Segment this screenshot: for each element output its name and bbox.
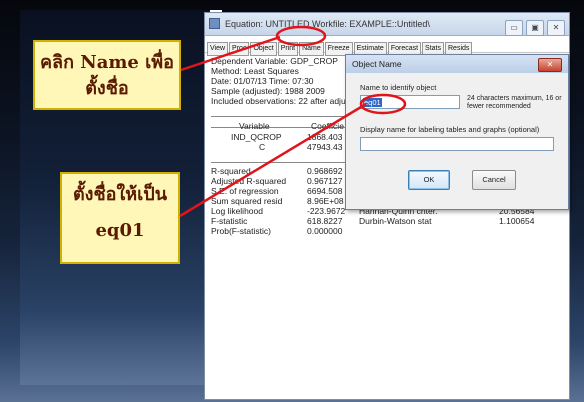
stat-label-2: Durbin-Watson stat xyxy=(359,216,432,226)
name-label: Name to identify object xyxy=(360,83,437,92)
ok-button[interactable]: OK xyxy=(408,170,450,190)
header-variable: Variable xyxy=(239,121,270,131)
stat-value: -223.9672 xyxy=(307,206,346,216)
cancel-button[interactable]: Cancel xyxy=(472,170,516,190)
window-app-icon xyxy=(209,18,220,29)
object-name-dialog: Object Name ✕ Name to identify object eq… xyxy=(345,54,569,210)
view-button[interactable]: View xyxy=(207,42,229,56)
stat-value: 6694.508 xyxy=(307,186,343,196)
callout-set-name: ตั้งชื่อให้เป็น eq01 xyxy=(60,172,180,264)
stat-label: F-statistic xyxy=(211,216,248,226)
stat-row: Prob(F-statistic) 0.000000 xyxy=(211,226,563,236)
row-variable: IND_QCROP xyxy=(231,132,282,142)
row-coefficient: 47943.43 xyxy=(307,142,343,152)
stat-value: 618.8227 xyxy=(307,216,343,226)
dialog-close-icon[interactable]: ✕ xyxy=(538,58,562,72)
stat-value: 0.967127 xyxy=(307,176,343,186)
stat-label: R-squared xyxy=(211,166,251,176)
dialog-titlebar: Object Name ✕ xyxy=(346,55,568,73)
window-titlebar: Equation: UNTITLED Workfile: EXAMPLE::Un… xyxy=(205,13,569,36)
name-input-value: eq01 xyxy=(363,98,382,107)
name-button[interactable]: Name xyxy=(299,42,324,56)
object-button[interactable]: Object xyxy=(250,42,277,56)
close-window-button[interactable]: ✕ xyxy=(547,20,565,36)
callout-click-name: คลิก Name เพื่อ ตั้งชื่อ xyxy=(33,40,181,110)
header-coefficient: Coefficie xyxy=(311,121,344,131)
row-coefficient: 1868.403 xyxy=(307,132,343,142)
stat-label: S.E. of regression xyxy=(211,186,279,196)
callout-set-name-line1: ตั้งชื่อให้เป็น xyxy=(72,184,168,205)
proc-button[interactable]: Proc xyxy=(229,42,250,56)
stat-value: 0.000000 xyxy=(307,226,343,236)
stat-value: 0.968692 xyxy=(307,166,343,176)
callout-set-name-line2: eq01 xyxy=(95,220,145,241)
callout-click-name-line2: ตั้งชื่อ xyxy=(85,78,129,99)
callout-click-name-line1: คลิก Name เพื่อ xyxy=(40,52,174,73)
dialog-title: Object Name xyxy=(352,59,402,69)
display-name-label: Display name for labeling tables and gra… xyxy=(360,125,540,134)
name-hint: 24 characters maximum, 16 or fewer recom… xyxy=(467,95,562,110)
window-title: Equation: UNTITLED Workfile: EXAMPLE::Un… xyxy=(225,19,430,29)
stat-value: 8.96E+08 xyxy=(307,196,344,206)
maximize-button[interactable]: ▣ xyxy=(526,20,544,36)
print-button[interactable]: Print xyxy=(277,42,299,56)
stat-label: Log likelihood xyxy=(211,206,263,216)
window-toolbar: View Proc Object Print Name Freeze Estimate For… xyxy=(205,36,569,56)
row-variable: C xyxy=(259,142,266,152)
name-input[interactable]: eq01 xyxy=(360,95,460,109)
stat-row: F-statistic 618.8227 Durbin-Watson stat … xyxy=(211,216,563,226)
display-name-input[interactable] xyxy=(360,137,554,151)
stat-label: Sum squared resid xyxy=(211,196,283,206)
stat-label: Prob(F-statistic) xyxy=(211,226,271,236)
stat-value-2: 1.100654 xyxy=(499,216,535,226)
minimize-button[interactable]: ▭ xyxy=(505,20,523,36)
stat-label: Adjusted R-squared xyxy=(211,176,287,186)
